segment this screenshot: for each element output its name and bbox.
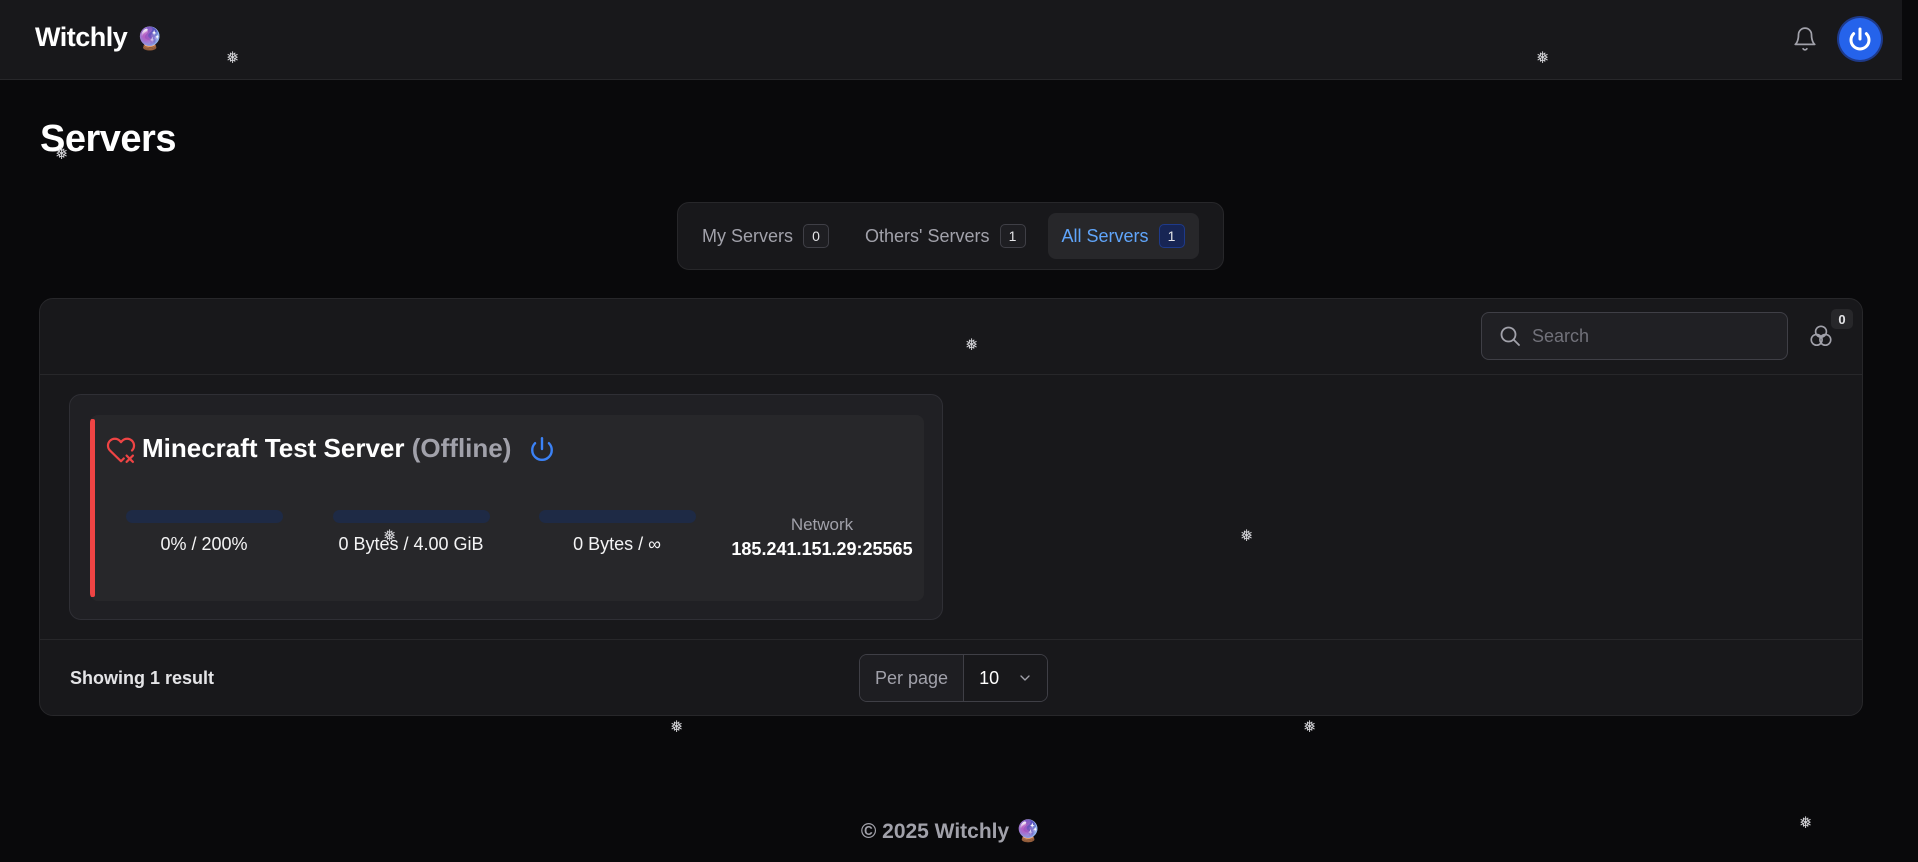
top-navbar: Witchly 🔮 bbox=[0, 0, 1902, 80]
page: Witchly 🔮 Servers My Servers 0 Others' S… bbox=[0, 0, 1918, 862]
tab-all-servers[interactable]: All Servers 1 bbox=[1047, 213, 1199, 259]
server-status-text: (Offline) bbox=[411, 433, 512, 463]
tab-count-badge: 0 bbox=[803, 224, 830, 248]
server-power-button[interactable] bbox=[528, 435, 556, 463]
tab-others-servers[interactable]: Others' Servers 1 bbox=[851, 213, 1039, 259]
search-icon bbox=[1500, 326, 1520, 346]
filter-circles-icon bbox=[1810, 325, 1832, 347]
notifications-button[interactable] bbox=[1790, 24, 1820, 54]
panel-toolbar: 0 bbox=[40, 299, 1862, 375]
tab-count-badge: 1 bbox=[999, 224, 1026, 248]
tab-label: Others' Servers bbox=[865, 225, 990, 246]
memory-usage-value: 0 Bytes / 4.00 GiB bbox=[338, 534, 484, 554]
page-title: Servers bbox=[40, 118, 176, 160]
per-page-select[interactable]: 10 bbox=[964, 655, 1048, 701]
disk-usage-value: 0 Bytes / ∞ bbox=[573, 534, 661, 554]
brand-name[interactable]: Witchly bbox=[35, 22, 128, 52]
copyright-text: © 2025 Witchly bbox=[860, 820, 1010, 843]
disk-stat: 0 Bytes / ∞ bbox=[527, 510, 707, 555]
brand-logo[interactable]: Witchly 🔮 bbox=[35, 22, 164, 53]
tab-my-servers[interactable]: My Servers 0 bbox=[688, 213, 843, 259]
tab-label: My Servers bbox=[702, 225, 794, 246]
site-footer: © 2025 Witchly 🔮 bbox=[0, 820, 1902, 844]
chevron-down-icon bbox=[1020, 675, 1030, 681]
network-address[interactable]: 185.241.151.29:25565 bbox=[724, 539, 920, 560]
network-label: Network bbox=[790, 515, 854, 534]
bell-icon bbox=[1794, 27, 1816, 51]
search-input[interactable] bbox=[1532, 325, 1772, 347]
memory-usage-bar bbox=[332, 510, 490, 523]
heart-x-icon bbox=[106, 437, 136, 463]
cpu-usage-bar bbox=[125, 510, 283, 523]
crystal-ball-icon: 🔮 bbox=[1015, 820, 1042, 843]
servers-panel: 0 Minecraft Test Server (Offline) bbox=[39, 298, 1863, 716]
crystal-ball-icon: 🔮 bbox=[136, 26, 164, 51]
server-card-body: Minecraft Test Server (Offline) 0% / 200… bbox=[90, 415, 924, 601]
memory-stat: 0 Bytes / 4.00 GiB bbox=[321, 510, 501, 555]
disk-usage-bar bbox=[538, 510, 696, 523]
server-name[interactable]: Minecraft Test Server (Offline) bbox=[142, 433, 511, 464]
snowflake-icon: ❅ bbox=[1303, 719, 1317, 736]
per-page-control: Per page 10 bbox=[859, 654, 1049, 702]
snowflake-icon: ❅ bbox=[670, 719, 684, 736]
filter-count-badge: 0 bbox=[1831, 309, 1853, 329]
server-tabs: My Servers 0 Others' Servers 1 All Serve… bbox=[677, 202, 1224, 270]
tab-label: All Servers bbox=[1061, 225, 1149, 246]
result-count: Showing 1 result bbox=[70, 668, 215, 688]
network-stat: Network 185.241.151.29:25565 bbox=[724, 515, 920, 560]
power-icon bbox=[1849, 27, 1871, 51]
server-name-text: Minecraft Test Server bbox=[142, 433, 405, 463]
search-box[interactable] bbox=[1481, 312, 1788, 360]
pagination-bar: Showing 1 result Per page 10 bbox=[40, 639, 1862, 717]
cpu-stat: 0% / 200% bbox=[114, 510, 294, 555]
status-indicator-strip bbox=[90, 419, 95, 597]
cpu-usage-value: 0% / 200% bbox=[160, 534, 248, 554]
power-icon bbox=[531, 436, 553, 462]
per-page-value: 10 bbox=[979, 667, 1000, 688]
tab-count-badge: 1 bbox=[1158, 224, 1185, 248]
per-page-label: Per page bbox=[860, 655, 965, 701]
user-avatar-button[interactable] bbox=[1839, 18, 1881, 60]
server-card[interactable]: Minecraft Test Server (Offline) 0% / 200… bbox=[69, 394, 943, 620]
